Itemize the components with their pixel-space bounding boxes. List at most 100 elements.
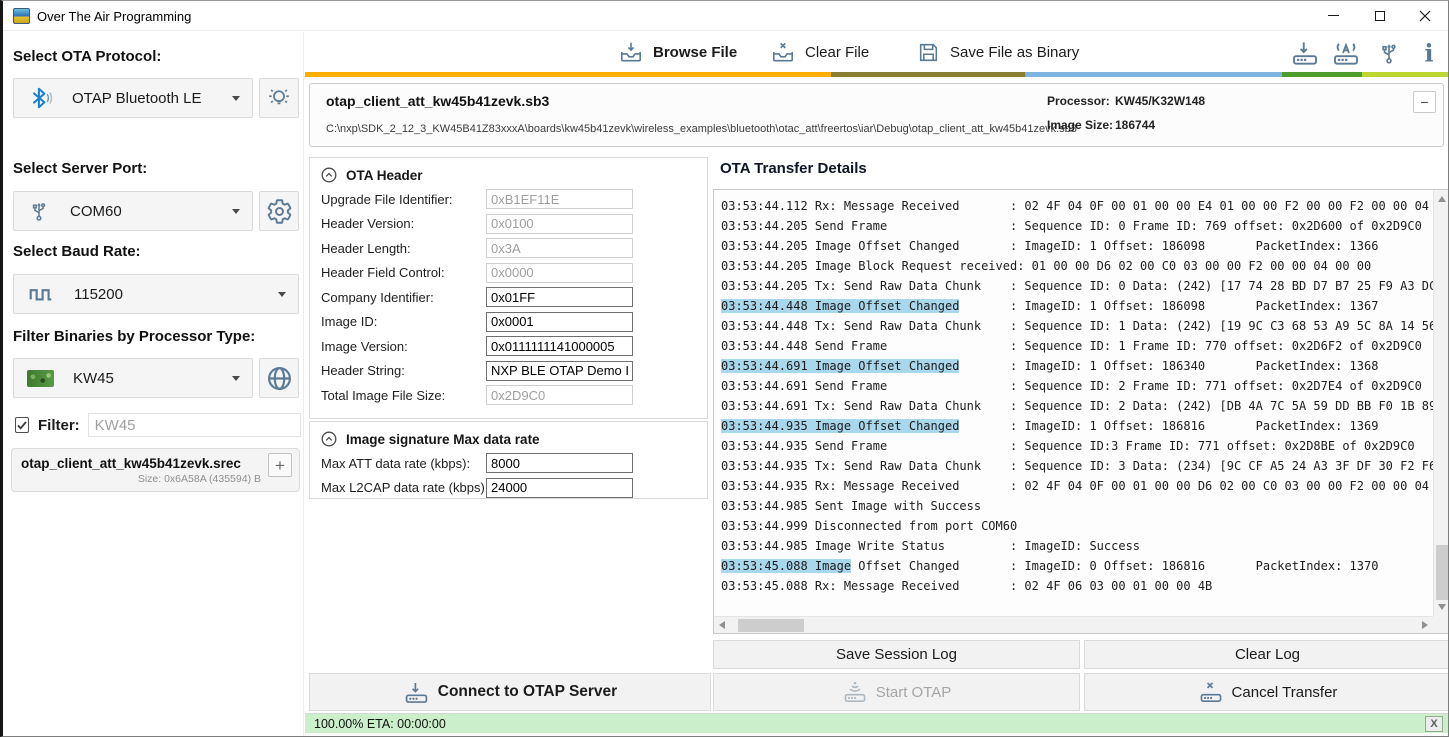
field-input[interactable] — [486, 361, 633, 381]
pcb-image — [27, 370, 54, 387]
chevron-down-icon — [232, 376, 240, 381]
baud-dropdown[interactable]: 115200 — [13, 274, 299, 314]
protocol-value: OTAP Bluetooth LE — [72, 90, 202, 107]
save-session-log-button[interactable]: Save Session Log — [713, 640, 1080, 669]
transfer-log-panel: 03:53:44.112 Rx: Message Received : 02 4… — [713, 189, 1449, 634]
filter-input[interactable] — [88, 413, 301, 437]
log-row: 03:53:44.112 Rx: Message Received : 02 4… — [721, 196, 1433, 216]
filter-checkbox[interactable] — [15, 417, 29, 433]
log-row: 03:53:44.999 Disconnected from port COM6… — [721, 516, 1433, 536]
scrollbar-corner — [1433, 616, 1449, 633]
vertical-scroll-thumb[interactable] — [1436, 545, 1449, 600]
field-label: Header String: — [321, 363, 405, 378]
field-input[interactable] — [486, 312, 633, 332]
connect-otap-server-button[interactable]: Connect to OTAP Server — [309, 673, 711, 711]
field-input — [486, 238, 633, 258]
field-row: Image ID: — [310, 310, 707, 335]
globe-icon — [265, 364, 294, 393]
log-row: 03:53:44.935 Send Frame : Sequence ID:3 … — [721, 436, 1433, 456]
port-settings-button[interactable] — [259, 191, 299, 231]
field-row: Company Identifier: — [310, 285, 707, 310]
field-label: Total Image File Size: — [321, 388, 445, 403]
cancel-transfer-button[interactable]: Cancel Transfer — [1084, 673, 1449, 711]
chevron-up-circle-icon — [321, 431, 337, 447]
bluetooth-icon — [27, 85, 53, 111]
save-binary-button[interactable]: Save File as Binary — [916, 37, 1079, 67]
signature-expander[interactable]: Image signature Max data rate — [310, 422, 707, 451]
lightbulb-icon — [265, 84, 293, 112]
ota-header-title: OTA Header — [346, 168, 423, 183]
protocol-dropdown[interactable]: OTAP Bluetooth LE — [13, 78, 253, 118]
progress-statusbar: 100.00% ETA: 00:00:00 X — [305, 713, 1448, 733]
save-binary-label: Save File as Binary — [950, 44, 1079, 61]
accent-stripe — [305, 72, 1448, 77]
svg-text:i: i — [1424, 40, 1433, 67]
scroll-right-icon[interactable] — [1422, 621, 1428, 629]
floppy-icon — [916, 40, 941, 65]
log-row: 03:53:44.935 Tx: Send Raw Data Chunk : S… — [721, 456, 1433, 476]
image-size-value: 186744 — [1115, 118, 1155, 132]
field-label: Header Field Control: — [321, 265, 445, 280]
chevron-down-icon — [232, 96, 240, 101]
loaded-file-name: otap_client_att_kw45b41zevk.sb3 — [326, 93, 549, 109]
field-row: Header Length: — [310, 236, 707, 261]
horizontal-scrollbar[interactable] — [714, 616, 1433, 633]
log-row: 03:53:44.205 Image Block Request receive… — [721, 256, 1433, 276]
filter-row: Filter: — [15, 413, 295, 437]
maximize-button[interactable] — [1363, 1, 1397, 30]
protocol-hint-button[interactable] — [259, 78, 299, 118]
port-dropdown[interactable]: COM60 — [13, 191, 253, 231]
field-label: Header Length: — [321, 241, 411, 256]
log-row: 03:53:45.088 Image Offset Changed : Imag… — [721, 556, 1433, 576]
connect-device-toolbar-button[interactable] — [1289, 38, 1321, 68]
check-icon — [16, 419, 28, 431]
field-input[interactable] — [486, 287, 633, 307]
add-file-button[interactable]: + — [268, 453, 292, 477]
inbox-clear-icon — [770, 39, 796, 65]
log-row: 03:53:44.691 Tx: Send Raw Data Chunk : S… — [721, 396, 1433, 416]
log-row: 03:53:44.448 Image Offset Changed : Imag… — [721, 296, 1433, 316]
scroll-down-icon[interactable] — [1438, 604, 1446, 610]
wireless-device-toolbar-button[interactable] — [1330, 38, 1362, 68]
field-input — [486, 189, 633, 209]
stripe-segment — [1282, 72, 1362, 77]
ota-header-expander[interactable]: OTA Header — [310, 158, 707, 187]
app-window: Over The Air Programming Select OTA Prot… — [0, 0, 1449, 737]
processor-dropdown[interactable]: KW45 — [13, 358, 253, 398]
field-row: Header String: — [310, 359, 707, 384]
close-button[interactable] — [1408, 1, 1442, 30]
square-wave-icon — [27, 281, 55, 307]
collapse-file-info-button[interactable]: − — [1413, 91, 1436, 113]
field-label: Header Version: — [321, 216, 414, 231]
usb-icon — [1376, 39, 1402, 67]
field-input[interactable] — [486, 453, 633, 473]
horizontal-scroll-thumb[interactable] — [738, 619, 804, 632]
port-value: COM60 — [70, 203, 122, 220]
sidebar: Select OTA Protocol: OTAP Bluetooth LE S… — [3, 32, 304, 736]
browse-file-button[interactable]: Browse File — [618, 37, 737, 67]
info-icon: i — [1416, 39, 1442, 67]
field-label: Company Identifier: — [321, 290, 434, 305]
log-row: 03:53:44.935 Rx: Message Received : 02 4… — [721, 476, 1433, 496]
statusbar-close-button[interactable]: X — [1425, 716, 1443, 732]
field-label: Upgrade File Identifier: — [321, 192, 453, 207]
progress-text: 100.00% ETA: 00:00:00 — [314, 717, 446, 731]
field-input[interactable] — [486, 336, 633, 356]
inbox-download-icon — [618, 39, 644, 65]
log-highlight: 03:53:44.691 Image Offset Changed — [721, 359, 959, 373]
gear-icon — [266, 198, 293, 225]
processor-web-button[interactable] — [259, 358, 299, 398]
field-input[interactable] — [486, 478, 633, 498]
log-highlight: 03:53:44.935 Image Offset Changed — [721, 419, 959, 433]
scroll-left-icon[interactable] — [719, 621, 725, 629]
minimize-button[interactable] — [1316, 1, 1350, 30]
info-toolbar-button[interactable]: i — [1413, 38, 1445, 68]
chevron-up-circle-icon — [321, 167, 337, 183]
usb-toolbar-button[interactable] — [1373, 38, 1405, 68]
scroll-up-icon[interactable] — [1438, 196, 1446, 202]
vertical-scrollbar[interactable] — [1433, 190, 1449, 616]
log-row: 03:53:44.935 Image Offset Changed : Imag… — [721, 416, 1433, 436]
clear-log-button[interactable]: Clear Log — [1084, 640, 1449, 669]
binary-file-item[interactable]: otap_client_att_kw45b41zevk.srec Size: 0… — [11, 448, 300, 492]
clear-file-button[interactable]: Clear File — [770, 37, 869, 67]
